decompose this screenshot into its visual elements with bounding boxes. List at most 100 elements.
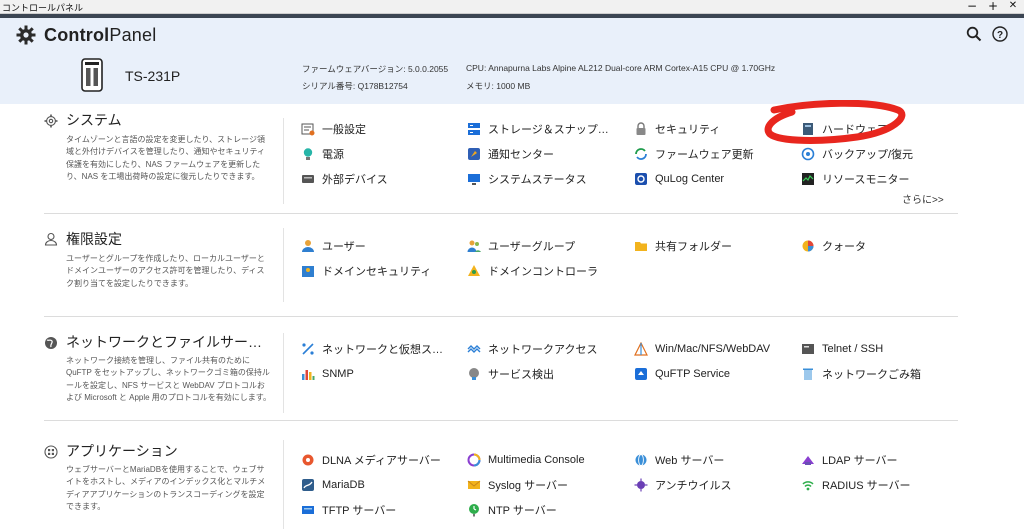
item-network-recycle-bin[interactable]: ネットワークごみ箱 [801,366,921,382]
terminal-icon [802,344,814,354]
tftp-icon [302,506,314,514]
section-title-system: システム [66,112,122,128]
item-shared-folders[interactable]: 共有フォルダー [634,238,732,254]
maximize-button[interactable]: + [987,0,999,13]
item-web-server[interactable]: Web サーバー [634,452,724,468]
item-system-status[interactable]: システムステータス [467,171,587,187]
nas-device-icon [81,58,103,92]
syslog-icon [467,480,481,489]
user-icon [302,240,314,252]
section-desc-applications: ウェブサーバーとMariaDBを使用することで、ウェブサイトをホストし、メディア… [66,465,266,511]
network-access-icon [467,345,481,353]
close-button[interactable]: ✕ [1007,0,1019,11]
antivirus-icon [634,478,648,492]
item-power[interactable]: 電源 [301,146,344,162]
bar-chart-icon [302,370,315,380]
item-quota[interactable]: クォータ [801,238,866,254]
user-group-icon [467,240,481,252]
item-syslog-server[interactable]: Syslog サーバー [467,477,568,493]
item-mariadb[interactable]: MariaDB [301,477,365,493]
section-separator [44,316,958,317]
item-domain-security[interactable]: ドメインセキュリティ [301,263,431,279]
section-title-network: ネットワークとファイルサー… [66,334,262,350]
item-storage-snapshots[interactable]: ストレージ＆スナップショット [467,121,618,137]
serial-number: シリアル番号: Q178B12754 [302,81,408,91]
item-telnet-ssh[interactable]: Telnet / SSH [801,341,883,357]
item-notification-center[interactable]: 通知センター [467,146,554,162]
app-logo: ControlPanel [16,24,156,46]
dlna-icon [302,454,314,466]
help-icon[interactable]: ? [992,26,1008,42]
search-icon[interactable] [966,26,982,42]
item-network-virtual-switch[interactable]: ネットワークと仮想スイ… [301,341,447,357]
item-firmware-update[interactable]: ファームウェア更新 [634,146,754,162]
gear-icon [16,25,36,45]
item-win-mac-nfs-webdav[interactable]: Win/Mac/NFS/WebDAV [634,341,770,357]
recycle-bin-icon [803,368,813,380]
item-external-devices[interactable]: 外部デバイス [301,171,388,187]
ntp-clock-icon [469,504,479,517]
item-ldap-server[interactable]: LDAP サーバー [801,452,897,468]
web-server-icon [635,454,647,466]
divider [283,118,284,204]
general-settings-icon [301,123,315,136]
item-dlna-media-server[interactable]: DLNA メディアサーバー [301,452,441,468]
section-separator [44,213,958,214]
domain-security-icon [302,266,314,277]
multimedia-console-icon [467,453,481,467]
lock-icon [636,122,646,135]
item-service-discovery[interactable]: サービス検出 [467,366,554,382]
section-desc-network: ネットワーク接続を管理し、ファイル共有のために QuFTP をセットアップし、ネ… [66,356,271,402]
item-multimedia-console[interactable]: Multimedia Console [467,452,585,468]
red-annotation-mark [764,100,906,144]
gear-icon [44,114,58,128]
firmware-update-icon [635,148,647,160]
quftp-icon [635,368,647,380]
item-resource-monitor[interactable]: リソースモニター [801,171,909,187]
section-desc-privilege: ユーザーとグループを作成したり、ローカルユーザーとドメインユーザーのアクセス許可… [66,254,265,288]
header: ControlPanel ? TS-231P ファームウェアバージョン: 5.0… [0,18,1024,104]
window-title: コントロールパネル [2,4,84,14]
app-name: ControlPanel [44,24,157,45]
ldap-icon [802,456,814,465]
service-discovery-icon [469,368,479,380]
more-link[interactable]: さらに>> [902,191,944,206]
item-tftp-server[interactable]: TFTP サーバー [301,502,396,518]
item-security[interactable]: セキュリティ [634,121,720,137]
domain-controller-icon [468,265,480,276]
radius-wifi-icon [802,481,814,491]
minimize-button[interactable]: − [966,0,978,13]
qulog-icon [635,173,647,185]
window-titlebar: コントロールパネル − + ✕ [0,0,1024,14]
item-radius-server[interactable]: RADIUS サーバー [801,477,911,493]
section-desc-system: タイムゾーンと言語の設定を変更したり、ストレージ領域と外付けデバイスを管理したり… [66,135,265,181]
user-icon [44,232,58,246]
device-name: TS-231P [125,68,181,84]
folder-icon [635,242,647,251]
monitor-icon [468,174,480,185]
item-quftp-service[interactable]: QuFTP Service [634,366,730,382]
section-title-applications: アプリケーション [66,443,178,459]
svg-text:?: ? [997,30,1003,41]
item-ntp-server[interactable]: NTP サーバー [467,502,557,518]
file-protocol-icon [634,342,648,356]
quota-pie-icon [802,240,814,252]
divider [283,333,284,413]
item-domain-controller[interactable]: ドメインコントローラ [467,263,598,279]
item-qulog-center[interactable]: QuLog Center [634,171,724,187]
cpu-info: CPU: Annapurna Labs Alpine AL212 Dual-co… [466,63,776,73]
divider [283,228,284,302]
globe-icon [45,337,57,349]
item-antivirus[interactable]: アンチウイルス [634,477,732,493]
section-title-privilege: 権限設定 [66,231,122,247]
item-general-settings[interactable]: 一般設定 [301,121,366,137]
divider [283,440,284,529]
storage-icon [468,123,480,135]
item-user-groups[interactable]: ユーザーグループ [467,238,575,254]
section-separator [44,420,958,421]
item-snmp[interactable]: SNMP [301,366,354,382]
firmware-version: ファームウェアバージョン: 5.0.0.2055 [302,64,449,74]
item-users[interactable]: ユーザー [301,238,366,254]
apps-icon [44,445,58,459]
item-network-access[interactable]: ネットワークアクセス [467,341,597,357]
